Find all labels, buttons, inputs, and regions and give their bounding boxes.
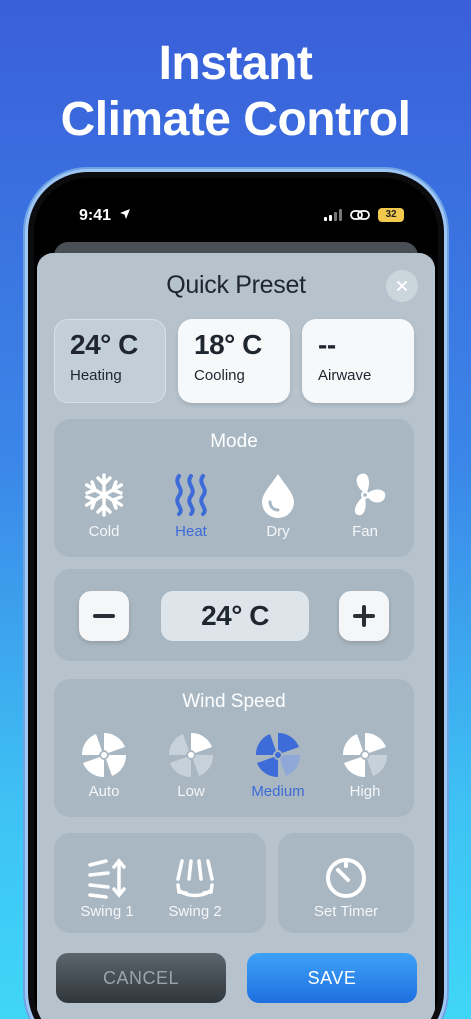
swing-vertical-icon: [88, 858, 126, 899]
signal-icon: [324, 209, 342, 221]
temperature-card: 24° C: [54, 569, 414, 661]
mode-label: Heat: [175, 523, 207, 540]
headline-line-1: Instant: [158, 37, 313, 90]
timer-label: Set Timer: [313, 903, 379, 920]
preset-row: 24° C Heating 18° C Cooling -- Airwave: [54, 319, 414, 403]
droplet-icon: [262, 474, 294, 518]
timer-card[interactable]: Set Timer: [278, 833, 414, 933]
wind-option-medium[interactable]: Medium: [243, 727, 313, 800]
temperature-value: 24° C: [161, 591, 309, 641]
swing-horizontal-icon: [176, 859, 214, 898]
close-button[interactable]: [386, 270, 418, 302]
fan-low-icon: [168, 732, 214, 778]
decrease-temp-button[interactable]: [79, 591, 129, 641]
mode-option-cold[interactable]: Cold: [69, 467, 139, 540]
snowflake-icon: [84, 473, 124, 517]
plus-icon: [353, 605, 375, 627]
save-button[interactable]: SAVE: [247, 953, 417, 1003]
preset-cooling[interactable]: 18° C Cooling: [178, 319, 290, 403]
wind-option-low[interactable]: Low: [156, 727, 226, 800]
phone-screen: 9:41 32 Quick Preset 24° C Heating 18° C…: [34, 178, 438, 1019]
preset-label: Heating: [70, 367, 122, 384]
wind-speed-card: Wind Speed Auto Low Medium High: [54, 679, 414, 817]
sheet-title: Quick Preset: [166, 271, 306, 299]
location-arrow-icon: [119, 207, 131, 225]
mode-title: Mode: [210, 431, 258, 452]
mode-card: Mode Cold Heat Dry Fan: [54, 419, 414, 557]
swing-2-button[interactable]: Swing 2: [160, 853, 230, 920]
wind-option-auto[interactable]: Auto: [69, 727, 139, 800]
link-icon: [350, 210, 370, 220]
preset-temp: --: [318, 329, 336, 360]
fan-high-icon: [342, 732, 388, 778]
wind-label: High: [349, 783, 381, 800]
battery-indicator: 32: [378, 208, 404, 222]
quick-preset-sheet: Quick Preset 24° C Heating 18° C Cooling…: [37, 253, 435, 1019]
timer-icon: [326, 858, 366, 898]
wind-label: Low: [177, 783, 205, 800]
fan-medium-icon: [255, 732, 301, 778]
wind-label: Auto: [88, 783, 120, 800]
headline-line-2: Climate Control: [60, 93, 411, 146]
mode-label: Fan: [352, 523, 378, 540]
swing-label: Swing 2: [168, 903, 222, 920]
swing-label: Swing 1: [80, 903, 134, 920]
fan-icon: [354, 473, 386, 516]
preset-label: Cooling: [194, 367, 245, 384]
status-icons: 32: [324, 208, 404, 222]
mode-option-dry[interactable]: Dry: [243, 467, 313, 540]
cancel-button[interactable]: CANCEL: [56, 953, 226, 1003]
close-icon: [397, 281, 407, 291]
minus-icon: [93, 614, 115, 618]
mode-option-fan[interactable]: Fan: [330, 467, 400, 540]
increase-temp-button[interactable]: [339, 591, 389, 641]
wind-option-high[interactable]: High: [330, 727, 400, 800]
mode-label: Cold: [88, 523, 120, 540]
preset-label: Airwave: [318, 367, 372, 384]
set-timer-button[interactable]: Set Timer: [278, 853, 414, 920]
preset-temp: 18° C: [194, 329, 262, 360]
status-time-text: 9:41: [79, 207, 112, 225]
phone-frame: 9:41 32 Quick Preset 24° C Heating 18° C…: [28, 172, 444, 1019]
swing-1-button[interactable]: Swing 1: [72, 853, 142, 920]
status-time: 9:41: [79, 207, 131, 225]
preset-temp: 24° C: [70, 329, 138, 360]
preset-heating[interactable]: 24° C Heating: [54, 319, 166, 403]
wind-speed-title: Wind Speed: [182, 691, 286, 712]
swing-card: Swing 1 Swing 2: [54, 833, 266, 933]
status-bar: 9:41 32: [34, 204, 438, 228]
mode-label: Dry: [266, 523, 290, 540]
wind-label: Medium: [251, 783, 305, 800]
headline: Instant Climate Control: [0, 36, 471, 148]
heat-waves-icon: [175, 474, 207, 516]
mode-option-heat[interactable]: Heat: [156, 467, 226, 540]
fan-auto-icon: [81, 732, 127, 778]
preset-airwave[interactable]: -- Airwave: [302, 319, 414, 403]
